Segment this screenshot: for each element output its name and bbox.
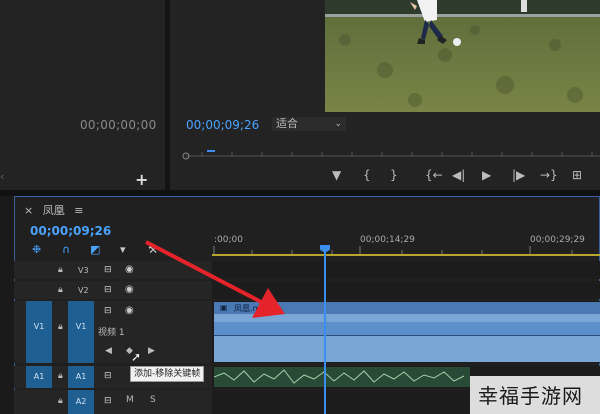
source-patch-v1[interactable]: V1 — [26, 301, 52, 363]
clip-rubber-band[interactable] — [214, 335, 600, 336]
watermark: 幸福手游网 — [470, 376, 600, 414]
audio-waveform — [214, 369, 465, 384]
go-to-in-icon[interactable]: {← — [425, 168, 443, 182]
add-marker-icon[interactable]: ▾ — [120, 243, 126, 256]
mark-out-icon[interactable]: } — [390, 168, 398, 182]
sync-lock-icon[interactable]: ⊟ — [104, 306, 112, 316]
eye-icon[interactable]: ◉ — [125, 284, 134, 295]
playhead-line[interactable] — [324, 248, 326, 414]
add-marker-icon[interactable]: ▼ — [332, 168, 341, 182]
mark-in-icon[interactable]: { — [363, 168, 371, 182]
step-back-icon[interactable]: ◀| — [452, 168, 465, 182]
lock-icon[interactable]: 🔒︎ — [58, 265, 63, 275]
linked-selection-icon[interactable]: ◩ — [90, 243, 100, 256]
soccer-frame-image — [325, 0, 600, 112]
step-forward-icon[interactable]: |▶ — [512, 168, 525, 182]
prev-keyframe-icon[interactable]: ◀ — [105, 346, 112, 356]
sequence-name: 凤凰 — [42, 204, 65, 217]
track-target-a1[interactable]: A1 — [68, 366, 94, 388]
track-header-a2 — [14, 390, 212, 414]
lock-icon[interactable]: 🔒︎ — [58, 396, 63, 406]
video-preview — [325, 0, 600, 112]
track-target-a2[interactable]: A2 — [68, 390, 94, 414]
sync-lock-icon[interactable]: ⊟ — [104, 371, 112, 381]
source-timecode: 00;00;00;00 — [80, 118, 157, 132]
play-icon[interactable]: ▶ — [482, 168, 491, 182]
sync-lock-icon[interactable]: ⊟ — [104, 265, 112, 275]
sync-lock-icon[interactable]: ⊟ — [104, 285, 112, 295]
menu-icon[interactable]: ≡ — [74, 204, 83, 217]
export-frame-icon[interactable]: ⊞ — [572, 168, 582, 182]
track-name-v1: 视频 1 — [98, 328, 125, 338]
playhead-marker-icon — [207, 150, 215, 152]
track-target-v1[interactable]: V1 — [68, 301, 94, 363]
eye-icon[interactable]: ◉ — [125, 305, 134, 316]
fit-dropdown[interactable]: 适合 ⌄ — [272, 117, 346, 131]
ruler-label-mid: 00;00;14;29 — [360, 235, 415, 245]
watermark-text: 幸福手游网 — [478, 384, 583, 408]
sync-lock-icon[interactable]: ⊟ — [104, 396, 112, 406]
sequence-tab[interactable]: × 凤凰 ≡ — [24, 202, 83, 218]
track-label-v3: V3 — [78, 266, 89, 275]
program-timecode[interactable]: 00;00;09;26 — [186, 118, 259, 132]
program-scrubber[interactable] — [182, 150, 600, 162]
tooltip: 添加-移除关键帧 — [130, 366, 205, 382]
lock-icon[interactable]: 🔒︎ — [58, 322, 63, 332]
ruler-label-end: 00;00;29;29 — [530, 235, 585, 245]
track-label-v2: V2 — [78, 286, 89, 295]
fit-value: 适合 — [276, 117, 298, 130]
snap-icon[interactable]: ∩ — [62, 243, 70, 256]
close-icon[interactable]: × — [24, 204, 33, 217]
annotation-arrow-icon — [145, 240, 285, 318]
lock-icon[interactable]: 🔒︎ — [58, 371, 63, 381]
nest-icon[interactable]: ❉ — [32, 243, 41, 256]
source-patch-a1[interactable]: A1 — [26, 366, 52, 388]
mute-button[interactable]: M — [126, 395, 134, 405]
next-keyframe-icon[interactable]: ▶ — [148, 346, 155, 356]
lock-icon[interactable]: 🔒︎ — [58, 285, 63, 295]
source-corner-icon: ‹ — [0, 170, 5, 183]
source-monitor — [0, 0, 165, 190]
timeline-timecode[interactable]: 00;00;09;26 — [30, 224, 111, 238]
go-to-out-icon[interactable]: →} — [540, 168, 558, 182]
mouse-cursor-icon: ➚ — [131, 350, 142, 364]
add-button[interactable]: + — [135, 170, 148, 189]
eye-icon[interactable]: ◉ — [125, 264, 134, 275]
solo-button[interactable]: S — [150, 395, 156, 405]
chevron-down-icon: ⌄ — [334, 119, 342, 129]
